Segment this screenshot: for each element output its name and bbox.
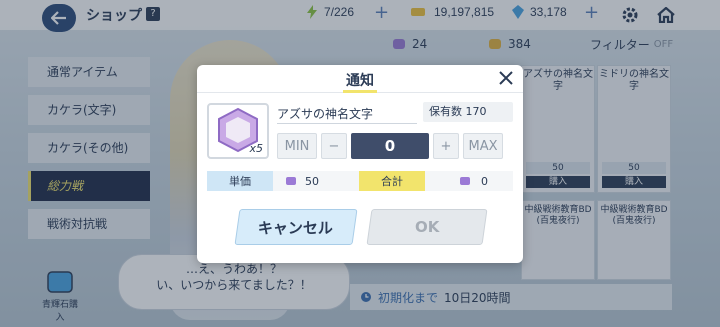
title-underline <box>343 90 377 93</box>
item-thumbnail: x5 <box>207 103 269 159</box>
coin-purple-icon <box>286 177 296 185</box>
total-value: 0 <box>481 174 488 188</box>
coin-purple-icon <box>460 177 470 185</box>
unit-price-label: 単価 <box>207 171 273 191</box>
increment-button[interactable]: + <box>433 133 459 159</box>
divider <box>277 123 417 124</box>
cancel-label: キャンセル <box>258 218 334 237</box>
total-label: 合計 <box>359 171 425 191</box>
close-icon <box>499 71 513 85</box>
max-button[interactable]: MAX <box>463 133 503 159</box>
ok-label: OK <box>414 218 440 236</box>
unit-price: 50 <box>273 171 359 191</box>
dialog-header: 通知 <box>197 65 523 93</box>
owned-count: 保有数 170 <box>423 102 513 122</box>
min-button[interactable]: MIN <box>277 133 317 159</box>
purchase-dialog: 通知 x5 アズサの神名文字 保有数 170 MIN − 0 + MAX 単価 … <box>197 65 523 263</box>
item-quantity: x5 <box>249 142 263 155</box>
total-price: 0 <box>425 171 513 191</box>
item-name: アズサの神名文字 <box>277 107 374 121</box>
unit-price-value: 50 <box>305 174 319 188</box>
price-summary: 単価 50 合計 0 <box>207 171 513 191</box>
cancel-button[interactable]: キャンセル <box>234 209 358 245</box>
dialog-title: 通知 <box>346 73 374 89</box>
decrement-button[interactable]: − <box>321 133 347 159</box>
quantity-stepper: MIN − 0 + MAX <box>277 133 503 159</box>
close-button[interactable] <box>497 69 515 87</box>
quantity-value[interactable]: 0 <box>351 133 429 159</box>
ok-button[interactable]: OK <box>366 209 488 245</box>
